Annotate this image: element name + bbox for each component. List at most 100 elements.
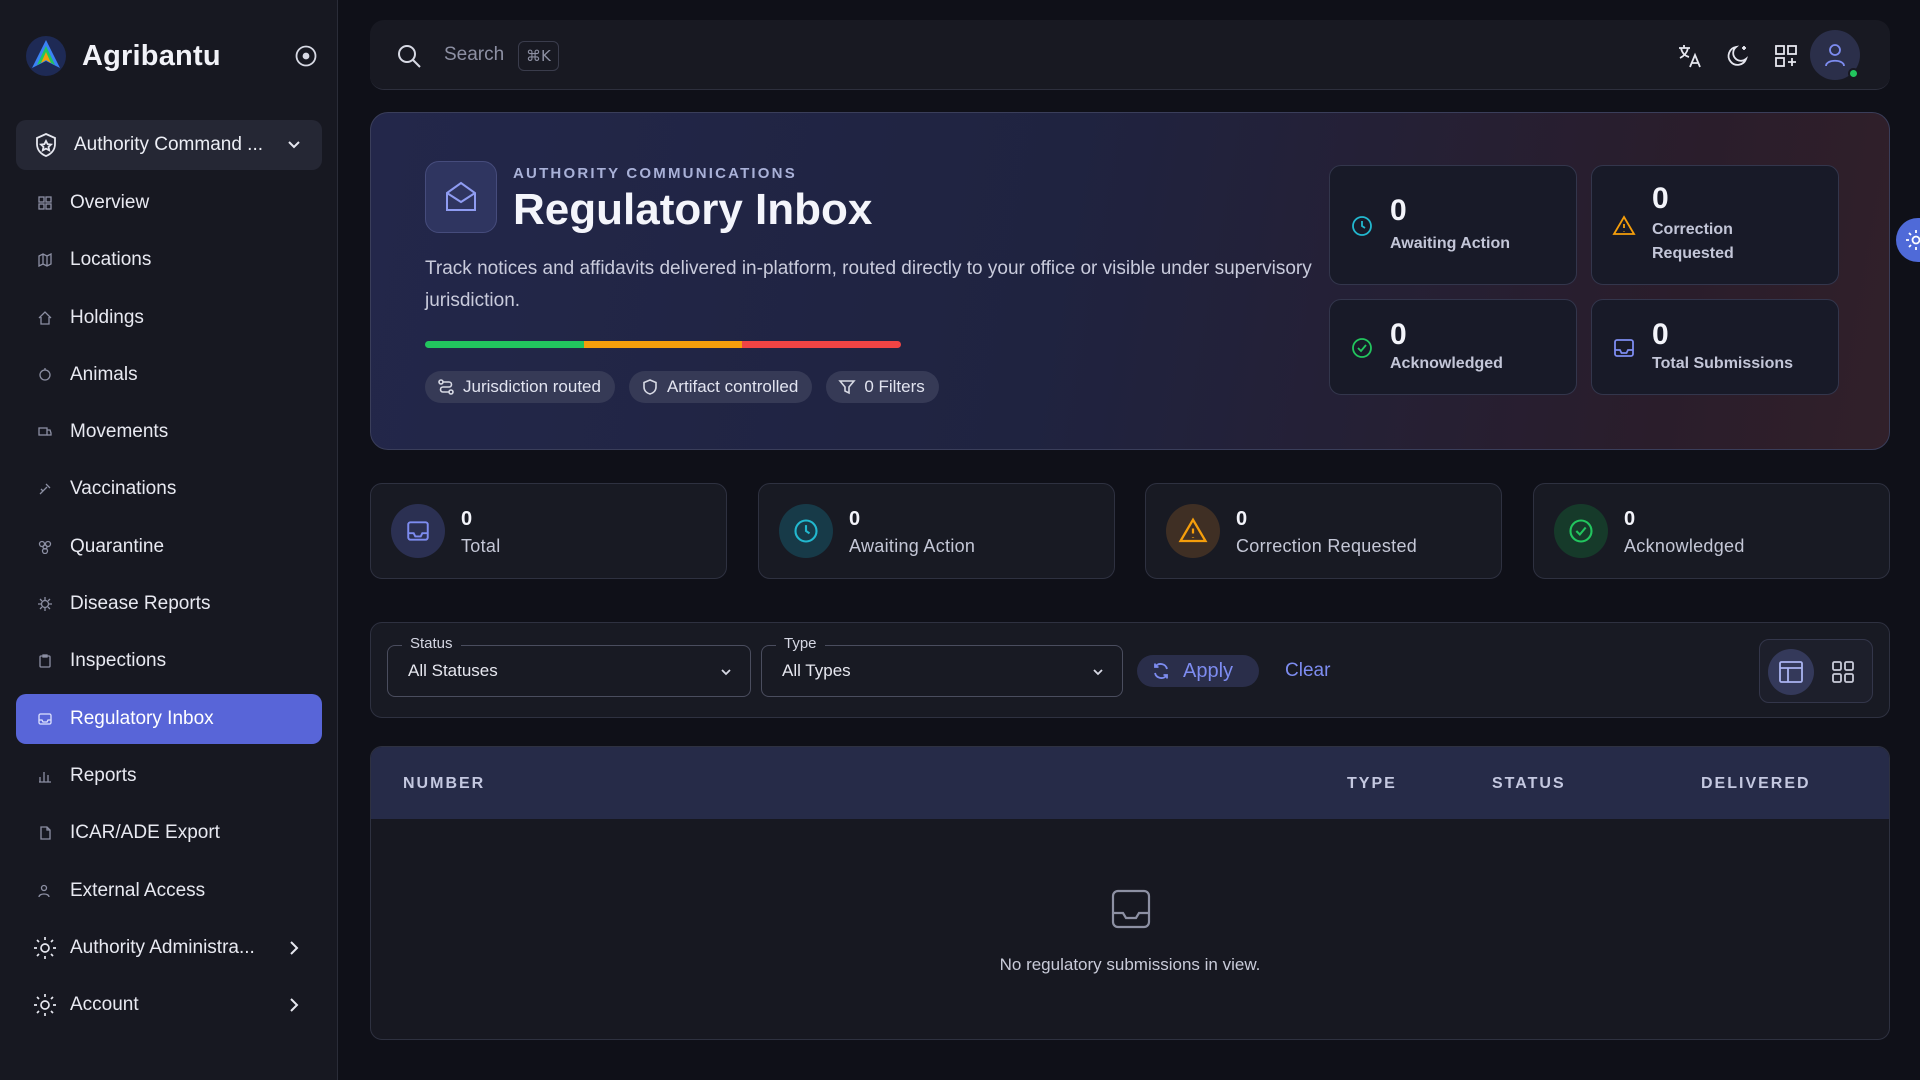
hero-description: Track notices and affidavits delivered i…	[425, 258, 1312, 311]
stat-icon-circle	[1554, 504, 1608, 558]
stat-icon-circle	[391, 504, 445, 558]
refresh-icon	[1154, 663, 1168, 679]
summary-label: Correction Requested	[1652, 221, 1734, 262]
inbox-icon	[38, 713, 52, 725]
sidebar-item-movements[interactable]: Movements	[16, 407, 322, 457]
hero-chips: Jurisdiction routed Artifact controlled …	[425, 371, 939, 403]
stat-value: 0	[1624, 508, 1636, 530]
sidebar-item-label: External Access	[70, 879, 206, 901]
apply-button[interactable]: Apply	[1137, 655, 1259, 687]
column-header-delivered[interactable]: DELIVERED	[1701, 775, 1811, 793]
status-color-bar	[425, 341, 901, 348]
gear-users-icon	[34, 936, 56, 959]
virus-icon	[38, 597, 52, 612]
authority-command-group[interactable]: Authority Command ...	[16, 120, 322, 170]
sidebar-item-authority-administration[interactable]: Authority Administra...	[16, 923, 322, 973]
shield-star-icon	[36, 133, 56, 157]
syringe-icon	[39, 484, 51, 495]
biohazard-icon	[38, 540, 52, 554]
gear-icon	[1906, 230, 1920, 250]
sidebar-item-vaccinations[interactable]: Vaccinations	[16, 464, 322, 514]
sidebar-item-reports[interactable]: Reports	[16, 751, 322, 801]
column-header-type[interactable]: TYPE	[1347, 775, 1397, 793]
sidebar-item-holdings[interactable]: Holdings	[16, 293, 322, 343]
filter-bar: Status All Statuses Type All Types Apply…	[370, 622, 1890, 718]
chevron-down-icon	[288, 141, 300, 149]
sidebar-item-regulatory-inbox[interactable]: Regulatory Inbox	[16, 693, 322, 744]
map-icon	[38, 253, 52, 268]
status-select[interactable]: Status All Statuses	[387, 635, 751, 697]
summary-label: Acknowledged	[1390, 355, 1503, 372]
sidebar-item-label: Authority Administra...	[70, 936, 255, 958]
sidebar-item-quarantine[interactable]: Quarantine	[16, 522, 322, 572]
sidebar-item-inspections[interactable]: Inspections	[16, 636, 322, 686]
moon-icon[interactable]	[1724, 42, 1752, 70]
settings-drawer-tab[interactable]	[1896, 218, 1920, 262]
table-view-button[interactable]	[1768, 649, 1814, 695]
page-title: Regulatory Inbox	[513, 185, 873, 234]
sidebar-item-overview[interactable]: Overview	[16, 178, 322, 228]
sidebar-item-locations[interactable]: Locations	[16, 235, 322, 285]
stat-label: Total	[461, 536, 501, 556]
sidebar-item-disease-reports[interactable]: Disease Reports	[16, 579, 322, 629]
stat-value: 0	[1236, 508, 1248, 530]
overview-icon	[38, 196, 52, 210]
column-header-status[interactable]: STATUS	[1492, 775, 1566, 793]
top-bar: Search ⌘K	[370, 20, 1890, 90]
type-select-value: All Types	[782, 661, 851, 680]
sidebar-item-animals[interactable]: Animals	[16, 350, 322, 400]
table-icon	[1779, 661, 1803, 683]
clock-icon	[1352, 216, 1372, 236]
route-icon	[438, 379, 454, 395]
app-name: Agribantu	[82, 39, 221, 72]
type-select[interactable]: Type All Types	[761, 635, 1123, 697]
type-select-legend: Type	[776, 635, 825, 652]
summary-correction-requested: 0 Correction Requested	[1591, 165, 1839, 285]
group-label: Authority Command ...	[74, 134, 264, 155]
search-input[interactable]: Search	[444, 44, 504, 66]
stat-card-awaiting-action: 0 Awaiting Action	[758, 483, 1115, 579]
stat-value: 0	[461, 508, 473, 530]
sidebar-pin-icon[interactable]	[294, 44, 318, 68]
chevron-down-icon	[1093, 669, 1103, 676]
chip-filters[interactable]: 0 Filters	[826, 371, 939, 403]
hero-icon-box	[425, 161, 497, 233]
sidebar-item-account[interactable]: Account	[16, 980, 322, 1030]
clock-icon	[794, 519, 818, 543]
apps-icon[interactable]	[1772, 42, 1800, 70]
gear-icon	[34, 994, 56, 1017]
inbox-icon	[1614, 339, 1634, 357]
warning-icon	[1178, 517, 1208, 543]
sidebar-item-label: Animals	[70, 363, 138, 385]
brand[interactable]: Agribantu	[24, 34, 324, 78]
clear-button[interactable]: Clear	[1285, 660, 1330, 682]
stat-icon-circle	[779, 504, 833, 558]
chevron-down-icon	[721, 669, 731, 676]
translate-icon[interactable]	[1676, 42, 1704, 70]
summary-acknowledged: 0 Acknowledged	[1329, 299, 1577, 395]
sidebar-item-icar-ade-export[interactable]: ICAR/ADE Export	[16, 808, 322, 858]
user-avatar[interactable]	[1810, 30, 1860, 80]
chip-jurisdiction-routed[interactable]: Jurisdiction routed	[425, 371, 615, 403]
sidebar-item-label: Regulatory Inbox	[70, 707, 214, 729]
column-header-number[interactable]: NUMBER	[403, 775, 485, 793]
search-icon[interactable]	[396, 43, 422, 69]
chip-label: Artifact controlled	[666, 377, 799, 396]
table-header: NUMBER TYPE STATUS DELIVERED	[371, 747, 1889, 819]
sidebar-item-label: Holdings	[70, 306, 144, 328]
sidebar-item-label: Quarantine	[70, 535, 165, 557]
user-icon	[1825, 44, 1845, 67]
hero-card: AUTHORITY COMMUNICATIONS Regulatory Inbo…	[370, 112, 1890, 450]
sidebar-item-external-access[interactable]: External Access	[16, 866, 322, 916]
chip-artifact-controlled[interactable]: Artifact controlled	[628, 371, 813, 403]
check-circle-icon	[1569, 519, 1593, 543]
grid-view-button[interactable]	[1820, 649, 1866, 695]
empty-inbox-icon	[1111, 889, 1151, 929]
sidebar-item-label: Overview	[70, 192, 150, 213]
sidebar-item-label: Account	[70, 994, 139, 1016]
summary-value: 0	[1390, 194, 1407, 227]
search-shortcut-badge: ⌘K	[518, 41, 559, 71]
summary-value: 0	[1390, 318, 1407, 351]
online-status-dot	[1848, 68, 1859, 79]
chip-label: Jurisdiction routed	[463, 377, 601, 396]
